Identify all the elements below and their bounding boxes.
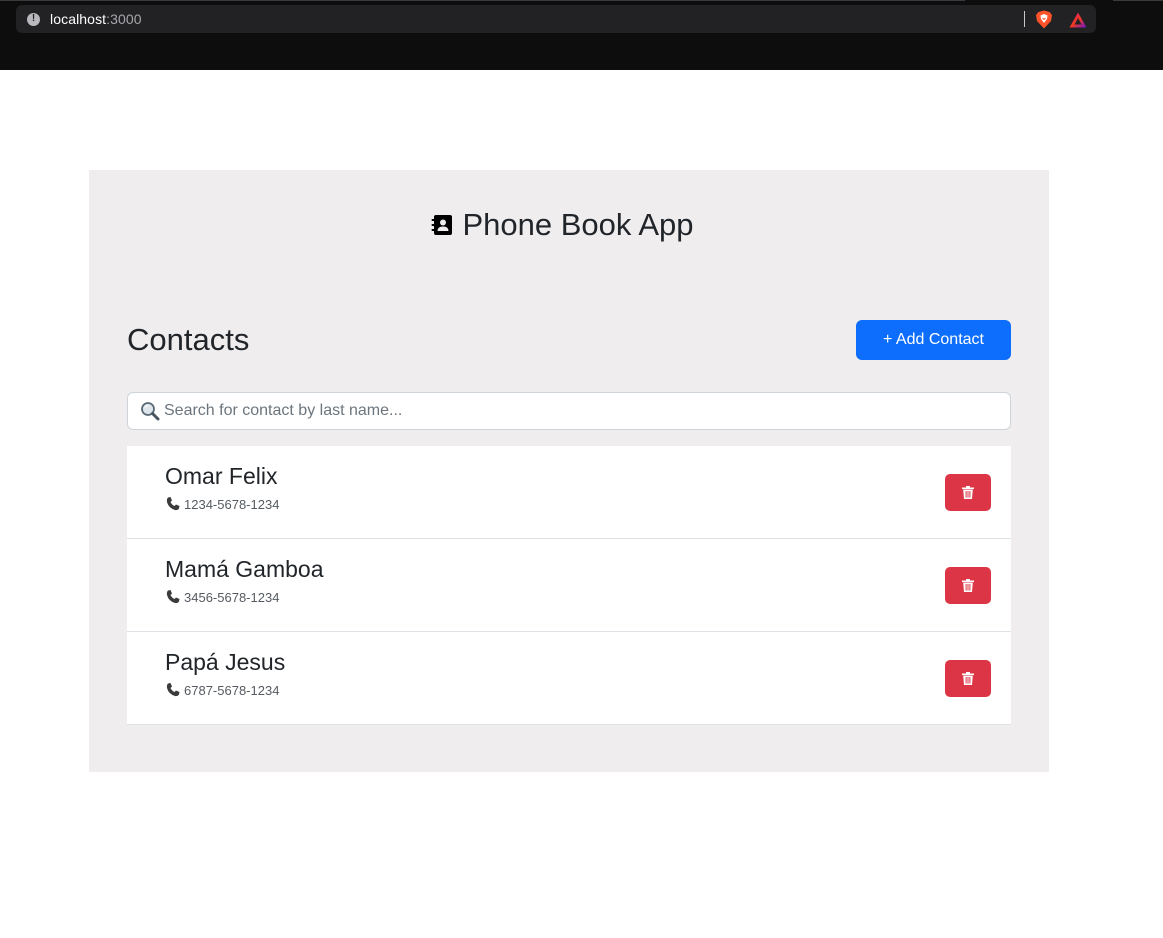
contact-phone: 1234-5678-1234 xyxy=(165,496,279,512)
app-container: Phone Book App Contacts + Add Contact Om… xyxy=(89,170,1049,772)
brave-shield-icon[interactable] xyxy=(1035,10,1053,29)
phone-icon xyxy=(166,683,180,697)
browser-toolbar: ! localhost:3000 xyxy=(0,0,1163,70)
delete-contact-button[interactable] xyxy=(945,567,991,604)
contact-list: Omar Felix 1234-5678-1234 Mamá Gamboa 34… xyxy=(127,446,1011,725)
contacts-heading: Contacts xyxy=(127,322,250,357)
url-port: :3000 xyxy=(106,11,142,27)
magnifying-glass-icon xyxy=(141,402,160,421)
phone-icon xyxy=(166,497,180,511)
url-host: localhost xyxy=(50,11,107,27)
contact-list-item: Papá Jesus 6787-5678-1234 xyxy=(127,632,1011,725)
contact-name: Omar Felix xyxy=(165,463,278,489)
phone-icon xyxy=(166,590,180,604)
address-book-icon xyxy=(431,215,452,235)
contact-list-item: Omar Felix 1234-5678-1234 xyxy=(127,446,1011,539)
url-text[interactable]: localhost:3000 xyxy=(50,11,142,27)
contact-name: Papá Jesus xyxy=(165,649,286,675)
contact-phone-number: 3456-5678-1234 xyxy=(184,589,280,605)
tab-strip-edge xyxy=(1113,0,1163,1)
add-contact-button[interactable]: + Add Contact xyxy=(856,320,1011,360)
contact-phone-number: 6787-5678-1234 xyxy=(184,682,280,698)
delete-contact-button[interactable] xyxy=(945,474,991,511)
address-bar[interactable]: ! localhost:3000 xyxy=(16,5,1096,33)
contact-phone: 3456-5678-1234 xyxy=(165,589,279,605)
address-bar-divider xyxy=(1024,11,1025,27)
app-header: Phone Book App xyxy=(89,207,1049,243)
delete-contact-button[interactable] xyxy=(945,660,991,697)
contact-phone: 6787-5678-1234 xyxy=(165,682,279,698)
trash-icon xyxy=(962,672,974,685)
tab-strip-edge xyxy=(0,0,965,1)
contact-list-item: Mamá Gamboa 3456-5678-1234 xyxy=(127,539,1011,632)
trash-icon xyxy=(962,486,974,499)
contact-name: Mamá Gamboa xyxy=(165,556,324,582)
app-title: Phone Book App xyxy=(462,207,694,242)
brave-rewards-icon[interactable] xyxy=(1069,12,1087,28)
trash-icon xyxy=(962,579,974,592)
site-info-icon[interactable]: ! xyxy=(27,12,40,26)
search-input[interactable] xyxy=(164,402,1010,420)
contact-phone-number: 1234-5678-1234 xyxy=(184,496,280,512)
search-box[interactable] xyxy=(127,392,1011,430)
